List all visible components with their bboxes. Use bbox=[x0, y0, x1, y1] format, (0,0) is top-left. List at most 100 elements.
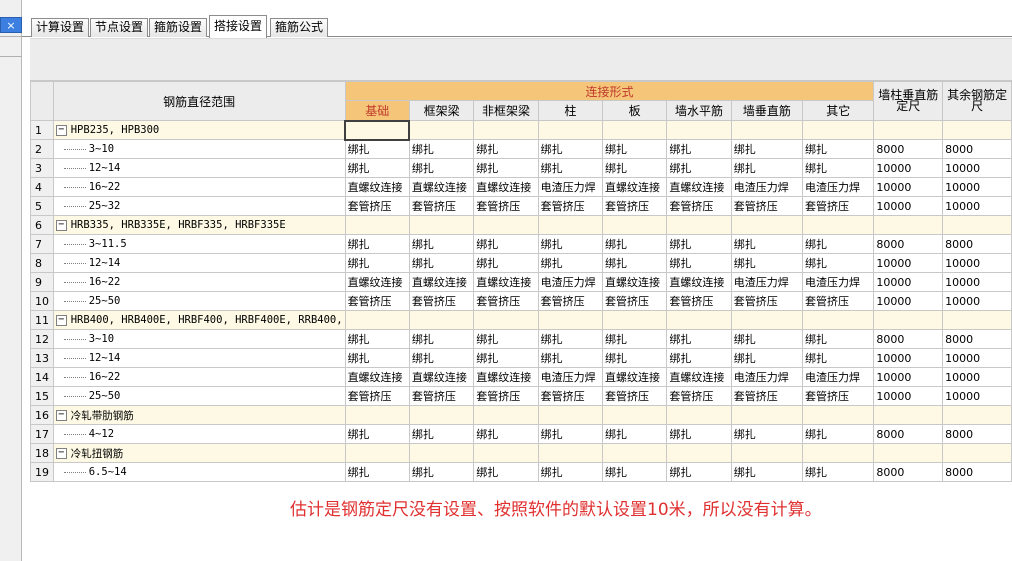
connection-cell[interactable]: 绑扎 bbox=[537, 424, 604, 444]
length-cell[interactable]: 10000 bbox=[873, 348, 944, 368]
connection-cell[interactable] bbox=[730, 405, 804, 425]
connection-cell[interactable]: 绑扎 bbox=[802, 158, 875, 178]
connection-cell[interactable]: 绑扎 bbox=[802, 329, 875, 349]
length-cell[interactable]: 8000 bbox=[873, 329, 944, 349]
length-cell[interactable] bbox=[873, 120, 944, 140]
connection-cell[interactable] bbox=[666, 310, 732, 330]
category-label-cell[interactable]: − 冷轧带肋钢筋 bbox=[52, 405, 346, 425]
connection-cell[interactable] bbox=[344, 443, 410, 463]
collapse-icon[interactable]: − bbox=[55, 219, 67, 231]
connection-cell[interactable]: 绑扎 bbox=[344, 139, 410, 159]
range-cell[interactable]: 16~22 bbox=[52, 367, 346, 387]
length-cell[interactable]: 10000 bbox=[942, 367, 1012, 387]
connection-cell[interactable]: 直螺纹连接 bbox=[473, 272, 539, 292]
length-cell[interactable] bbox=[942, 405, 1012, 425]
connection-cell[interactable]: 套管挤压 bbox=[473, 386, 539, 406]
range-cell[interactable]: 3~10 bbox=[52, 139, 346, 159]
connection-cell[interactable]: 电渣压力焊 bbox=[537, 367, 604, 387]
connection-cell[interactable]: 直螺纹连接 bbox=[344, 272, 410, 292]
selected-cell[interactable] bbox=[344, 119, 411, 141]
connection-cell[interactable] bbox=[802, 215, 875, 235]
connection-cell[interactable]: 直螺纹连接 bbox=[408, 367, 475, 387]
connection-cell[interactable] bbox=[408, 215, 475, 235]
tab-lap-settings[interactable]: 搭接设置 bbox=[209, 15, 268, 38]
connection-cell[interactable]: 套管挤压 bbox=[408, 291, 475, 311]
length-cell[interactable] bbox=[873, 310, 944, 330]
tab-calc-settings[interactable]: 计算设置 bbox=[31, 18, 90, 37]
range-cell[interactable]: 25~50 bbox=[52, 291, 346, 311]
length-cell[interactable]: 8000 bbox=[942, 462, 1012, 482]
connection-cell[interactable] bbox=[601, 443, 668, 463]
connection-cell[interactable]: 绑扎 bbox=[730, 253, 804, 273]
connection-cell[interactable]: 直螺纹连接 bbox=[666, 272, 732, 292]
connection-cell[interactable]: 绑扎 bbox=[730, 158, 804, 178]
connection-cell[interactable]: 绑扎 bbox=[473, 424, 539, 444]
connection-cell[interactable]: 绑扎 bbox=[344, 253, 410, 273]
connection-cell[interactable] bbox=[730, 310, 804, 330]
connection-cell[interactable]: 绑扎 bbox=[730, 329, 804, 349]
length-cell[interactable]: 10000 bbox=[873, 367, 944, 387]
connection-cell[interactable]: 绑扎 bbox=[802, 253, 875, 273]
connection-cell[interactable]: 套管挤压 bbox=[666, 386, 732, 406]
connection-cell[interactable] bbox=[408, 405, 475, 425]
connection-cell[interactable]: 绑扎 bbox=[408, 234, 475, 254]
connection-cell[interactable] bbox=[537, 310, 604, 330]
connection-cell[interactable] bbox=[537, 120, 604, 140]
connection-cell[interactable] bbox=[730, 120, 804, 140]
connection-cell[interactable]: 绑扎 bbox=[408, 158, 475, 178]
connection-cell[interactable]: 绑扎 bbox=[408, 139, 475, 159]
length-cell[interactable]: 10000 bbox=[873, 272, 944, 292]
connection-cell[interactable]: 绑扎 bbox=[537, 234, 604, 254]
connection-cell[interactable]: 绑扎 bbox=[666, 424, 732, 444]
connection-cell[interactable]: 电渣压力焊 bbox=[802, 177, 875, 197]
connection-cell[interactable]: 绑扎 bbox=[666, 462, 732, 482]
connection-cell[interactable] bbox=[473, 443, 539, 463]
tab-stirrup-formula[interactable]: 箍筋公式 bbox=[270, 18, 329, 37]
connection-cell[interactable]: 绑扎 bbox=[666, 348, 732, 368]
connection-cell[interactable]: 绑扎 bbox=[473, 462, 539, 482]
collapse-icon[interactable]: − bbox=[55, 124, 67, 136]
connection-cell[interactable]: 套管挤压 bbox=[730, 196, 804, 216]
connection-cell[interactable]: 绑扎 bbox=[344, 158, 410, 178]
connection-cell[interactable]: 绑扎 bbox=[344, 234, 410, 254]
connection-cell[interactable]: 电渣压力焊 bbox=[802, 367, 875, 387]
connection-cell[interactable]: 绑扎 bbox=[344, 348, 410, 368]
connection-cell[interactable]: 绑扎 bbox=[666, 158, 732, 178]
connection-cell[interactable]: 套管挤压 bbox=[344, 386, 410, 406]
connection-cell[interactable]: 套管挤压 bbox=[344, 291, 410, 311]
connection-cell[interactable] bbox=[666, 443, 732, 463]
connection-cell[interactable]: 套管挤压 bbox=[537, 386, 604, 406]
category-label-cell[interactable]: − HRB400, HRB400E, HRBF400, HRBF400E, RRB… bbox=[52, 310, 346, 330]
range-cell[interactable]: 12~14 bbox=[52, 253, 346, 273]
length-cell[interactable]: 10000 bbox=[873, 253, 944, 273]
connection-cell[interactable] bbox=[601, 405, 668, 425]
length-cell[interactable]: 10000 bbox=[942, 386, 1012, 406]
connection-cell[interactable]: 绑扎 bbox=[802, 462, 875, 482]
connection-cell[interactable]: 绑扎 bbox=[601, 462, 668, 482]
length-cell[interactable]: 10000 bbox=[942, 196, 1012, 216]
length-cell[interactable]: 10000 bbox=[873, 386, 944, 406]
collapse-icon[interactable]: − bbox=[55, 448, 67, 459]
connection-cell[interactable]: 直螺纹连接 bbox=[344, 367, 410, 387]
connection-cell[interactable]: 套管挤压 bbox=[601, 291, 668, 311]
connection-cell[interactable]: 绑扎 bbox=[408, 329, 475, 349]
category-label-cell[interactable]: − HRB335, HRB335E, HRBF335, HRBF335E bbox=[52, 215, 346, 235]
connection-cell[interactable]: 绑扎 bbox=[666, 139, 732, 159]
connection-cell[interactable]: 电渣压力焊 bbox=[730, 367, 804, 387]
connection-cell[interactable]: 直螺纹连接 bbox=[601, 177, 668, 197]
category-label-cell[interactable]: − 冷轧扭钢筋 bbox=[52, 443, 346, 463]
range-cell[interactable]: 3~10 bbox=[52, 329, 346, 349]
connection-cell[interactable]: 绑扎 bbox=[601, 424, 668, 444]
connection-cell[interactable]: 直螺纹连接 bbox=[408, 272, 475, 292]
connection-cell[interactable] bbox=[601, 120, 668, 140]
connection-cell[interactable]: 绑扎 bbox=[537, 253, 604, 273]
connection-cell[interactable]: 绑扎 bbox=[473, 158, 539, 178]
connection-cell[interactable]: 绑扎 bbox=[408, 424, 475, 444]
connection-cell[interactable] bbox=[601, 310, 668, 330]
close-icon[interactable]: × bbox=[0, 17, 22, 33]
connection-cell[interactable]: 绑扎 bbox=[473, 253, 539, 273]
category-label-cell[interactable]: − HPB235, HPB300 bbox=[52, 120, 346, 140]
connection-cell[interactable] bbox=[666, 405, 732, 425]
connection-cell[interactable]: 直螺纹连接 bbox=[408, 177, 475, 197]
connection-cell[interactable] bbox=[730, 215, 804, 235]
